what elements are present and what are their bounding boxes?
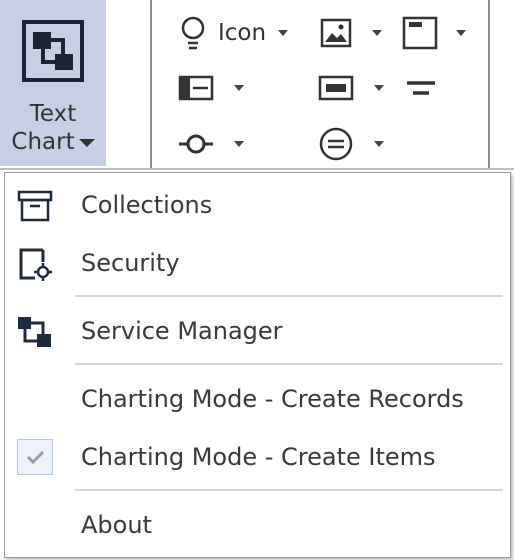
menu-separator xyxy=(75,295,503,297)
align-center-icon xyxy=(407,81,435,95)
chevron-down-icon xyxy=(456,30,466,36)
ribbon-divider xyxy=(0,168,514,170)
menu-item-security[interactable]: Security xyxy=(5,236,510,290)
textbox-icon xyxy=(318,75,354,101)
text-chart-button[interactable]: Text Chart xyxy=(0,0,106,166)
chevron-down-icon xyxy=(374,85,384,91)
ribbon-divider xyxy=(488,0,490,170)
align-button[interactable] xyxy=(406,68,436,108)
frame-icon xyxy=(402,16,438,50)
archive-box-icon xyxy=(17,190,53,222)
chevron-down-icon xyxy=(78,138,95,147)
circle-lines-icon xyxy=(319,127,353,161)
menu-item-service-manager[interactable]: Service Manager xyxy=(5,304,510,358)
service-manager-icon xyxy=(18,317,51,347)
icon-button[interactable]: Icon xyxy=(180,13,289,53)
image-icon xyxy=(320,18,352,48)
connector-button[interactable] xyxy=(178,124,244,164)
menu-item-collections[interactable]: Collections xyxy=(5,178,510,232)
chevron-down-icon xyxy=(374,141,384,147)
checked-indicator xyxy=(17,439,53,475)
field-icon xyxy=(178,75,214,101)
field-button[interactable] xyxy=(178,68,244,108)
frame-button[interactable] xyxy=(402,13,466,53)
image-button[interactable] xyxy=(320,13,382,53)
ribbon: Text Chart Icon xyxy=(0,0,514,170)
lightbulb-icon xyxy=(181,16,205,50)
text-chart-label: Text Chart xyxy=(0,100,106,156)
chevron-down-icon xyxy=(234,85,244,91)
menu-separator xyxy=(75,363,503,365)
ribbon-divider xyxy=(150,0,152,170)
text-chart-icon xyxy=(22,20,84,82)
checkmark-icon xyxy=(26,450,45,465)
menu-item-charting-mode-create-items[interactable]: Charting Mode - Create Items xyxy=(5,430,510,484)
menu-separator xyxy=(75,489,503,491)
circle-list-button[interactable] xyxy=(318,124,384,164)
security-gear-icon xyxy=(19,248,52,281)
chevron-down-icon xyxy=(234,141,244,147)
connector-icon xyxy=(179,134,213,154)
chevron-down-icon xyxy=(278,30,289,36)
chevron-down-icon xyxy=(372,30,382,36)
text-chart-dropdown-menu: Collections Security Service Manager Cha… xyxy=(4,172,511,558)
textbox-button[interactable] xyxy=(318,68,384,108)
menu-item-charting-mode-create-records[interactable]: Charting Mode - Create Records xyxy=(5,372,510,426)
menu-item-about[interactable]: About xyxy=(5,498,510,552)
